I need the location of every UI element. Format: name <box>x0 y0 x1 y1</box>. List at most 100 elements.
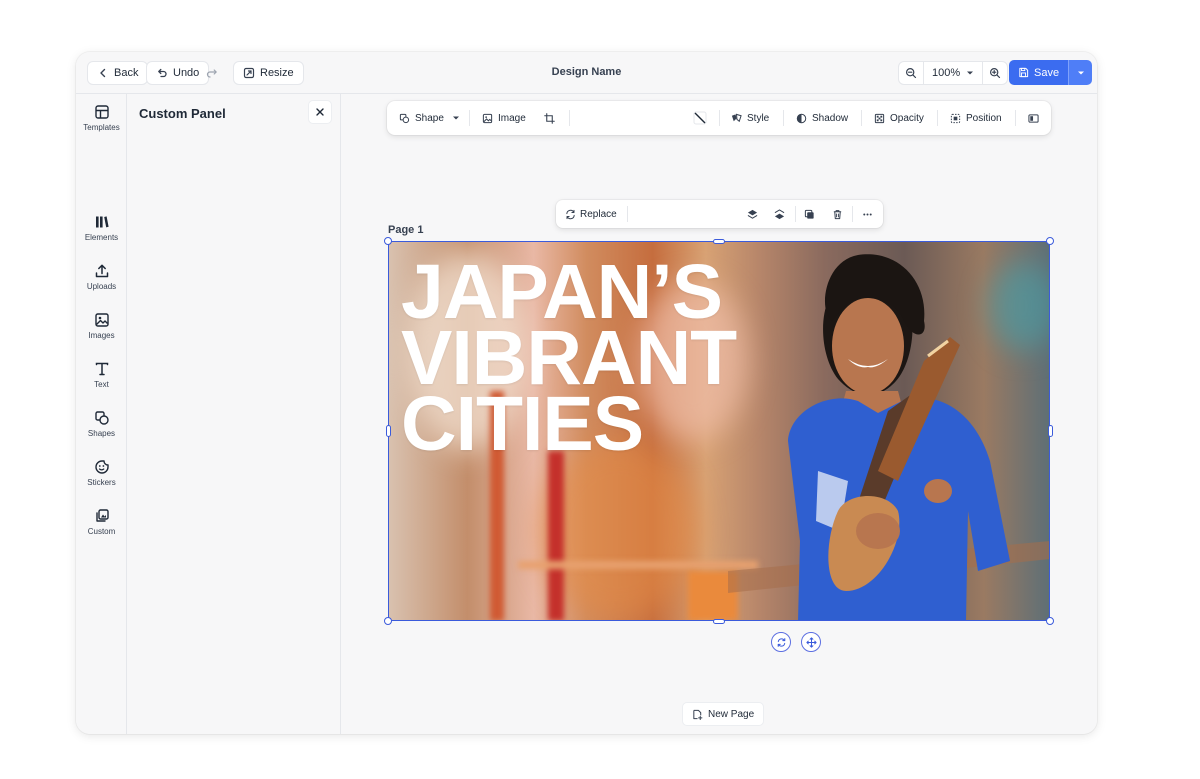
rail <box>518 561 758 569</box>
resize-handle-top-left[interactable] <box>384 237 392 245</box>
resize-handle-top[interactable] <box>713 239 725 244</box>
style-button[interactable]: Style <box>731 101 769 135</box>
toolbar-divider <box>861 110 862 126</box>
sidebar-item-uploads[interactable]: Uploads <box>76 263 127 291</box>
shape-dropdown[interactable]: Shape <box>399 101 460 135</box>
send-backward-button[interactable] <box>774 200 785 228</box>
image-button[interactable]: Image <box>482 101 526 135</box>
replace-icon <box>566 209 575 219</box>
save-group: Save <box>1009 60 1093 85</box>
templates-icon <box>94 105 109 119</box>
duplicate-button[interactable] <box>804 200 815 228</box>
resize-handle-bottom-right[interactable] <box>1046 617 1054 625</box>
zoom-in-icon <box>990 67 1001 79</box>
custom-panel: Custom Panel <box>127 94 341 734</box>
replace-label: Replace <box>580 208 617 220</box>
editor-window: Back Undo Resize Design Name 100% Save T… <box>76 52 1097 734</box>
panel-toggle-button[interactable] <box>1028 101 1039 135</box>
toolbar-divider <box>852 206 853 222</box>
toolbar-divider <box>783 110 784 126</box>
toolbar-divider <box>1015 110 1016 126</box>
back-button[interactable]: Back <box>87 61 149 85</box>
zoom-out-button[interactable] <box>899 62 923 84</box>
caret-down-icon <box>452 116 459 120</box>
page-canvas-image[interactable]: JAPAN’S VIBRANT CITIES <box>388 241 1050 621</box>
save-button[interactable]: Save <box>1009 60 1069 85</box>
upload-icon <box>95 264 108 278</box>
shadow-button[interactable]: Shadow <box>796 101 848 135</box>
resize-handle-left[interactable] <box>386 425 391 437</box>
new-page-button[interactable]: New Page <box>682 702 765 726</box>
element-toolbar: Replace <box>556 200 883 228</box>
zoom-in-button[interactable] <box>983 62 1007 84</box>
sidebar-item-stickers[interactable]: Stickers <box>76 459 127 487</box>
toolbar-divider <box>795 206 796 222</box>
sidebar-item-shapes[interactable]: Shapes <box>76 410 127 438</box>
sidebar-item-elements[interactable]: Elements <box>76 214 127 242</box>
image-icon <box>482 113 493 123</box>
send-backward-icon <box>774 208 785 219</box>
zoom-control: 100% <box>898 61 1009 85</box>
bring-forward-button[interactable] <box>747 200 758 228</box>
bring-forward-icon <box>747 209 758 219</box>
more-options-button[interactable] <box>862 200 873 228</box>
redo-button[interactable] <box>204 66 220 80</box>
crop-icon <box>544 112 555 124</box>
resize-handle-top-right[interactable] <box>1046 237 1054 245</box>
move-icon <box>805 636 817 648</box>
sidebar-item-images[interactable]: Images <box>76 312 127 340</box>
delete-button[interactable] <box>832 200 843 228</box>
sidebar-item-label: Stickers <box>87 478 116 487</box>
sidebar-item-label: Uploads <box>86 282 117 291</box>
new-page-icon <box>693 709 703 720</box>
resize-handle-bottom-left[interactable] <box>384 617 392 625</box>
headline-text[interactable]: JAPAN’S VIBRANT CITIES <box>401 254 737 463</box>
sidebar-item-custom[interactable]: Custom <box>76 508 127 536</box>
sidebar-item-label: Shapes <box>87 429 116 438</box>
position-button[interactable]: Position <box>950 101 1002 135</box>
position-label: Position <box>966 112 1002 124</box>
sidebar: Templates Elements Uploads Images Text S… <box>76 94 127 734</box>
fill-color-button[interactable] <box>693 101 707 135</box>
caret-down-icon <box>1077 71 1084 74</box>
sidebar-item-templates[interactable]: Templates <box>76 104 127 132</box>
crop-button[interactable] <box>544 101 555 135</box>
caret-down-icon <box>967 71 974 75</box>
save-options-button[interactable] <box>1068 60 1093 85</box>
sidebar-panel-icon <box>1028 113 1039 123</box>
style-label: Style <box>747 112 770 124</box>
sidebar-item-label: Custom <box>87 527 116 536</box>
style-icon <box>731 113 742 122</box>
toolbar-divider <box>627 206 628 222</box>
sidebar-item-text[interactable]: Text <box>76 361 127 389</box>
opacity-icon <box>874 113 885 123</box>
resize-label: Resize <box>260 67 294 79</box>
save-label: Save <box>1034 66 1060 79</box>
move-handle[interactable] <box>801 632 821 652</box>
zoom-select[interactable]: 100% <box>923 62 984 84</box>
rotate-handle[interactable] <box>771 632 791 652</box>
image-label: Image <box>498 112 526 124</box>
toolbar-divider <box>569 110 570 126</box>
undo-button[interactable]: Undo <box>146 61 210 85</box>
back-label: Back <box>114 67 139 79</box>
property-toolbar: Shape Image Style Shadow Opacity Positio… <box>387 101 1051 135</box>
musician-photo <box>728 254 1050 621</box>
toolbar-divider <box>937 110 938 126</box>
redo-icon <box>206 69 217 78</box>
opacity-button[interactable]: Opacity <box>874 101 924 135</box>
resize-button[interactable]: Resize <box>233 61 304 85</box>
sticker-icon <box>94 460 109 474</box>
resize-handle-bottom[interactable] <box>713 619 725 624</box>
top-bar: Back Undo Resize Design Name 100% Save <box>76 52 1097 94</box>
shapes-icon <box>399 113 410 123</box>
resize-handle-right[interactable] <box>1048 425 1053 437</box>
zoom-out-icon <box>905 67 917 79</box>
page-label: Page 1 <box>388 224 424 236</box>
save-icon <box>1019 67 1029 78</box>
shadow-label: Shadow <box>812 112 849 124</box>
duplicate-icon <box>804 209 814 219</box>
replace-button[interactable]: Replace <box>565 200 617 228</box>
new-page-label: New Page <box>708 708 755 720</box>
close-panel-button[interactable] <box>308 100 332 124</box>
